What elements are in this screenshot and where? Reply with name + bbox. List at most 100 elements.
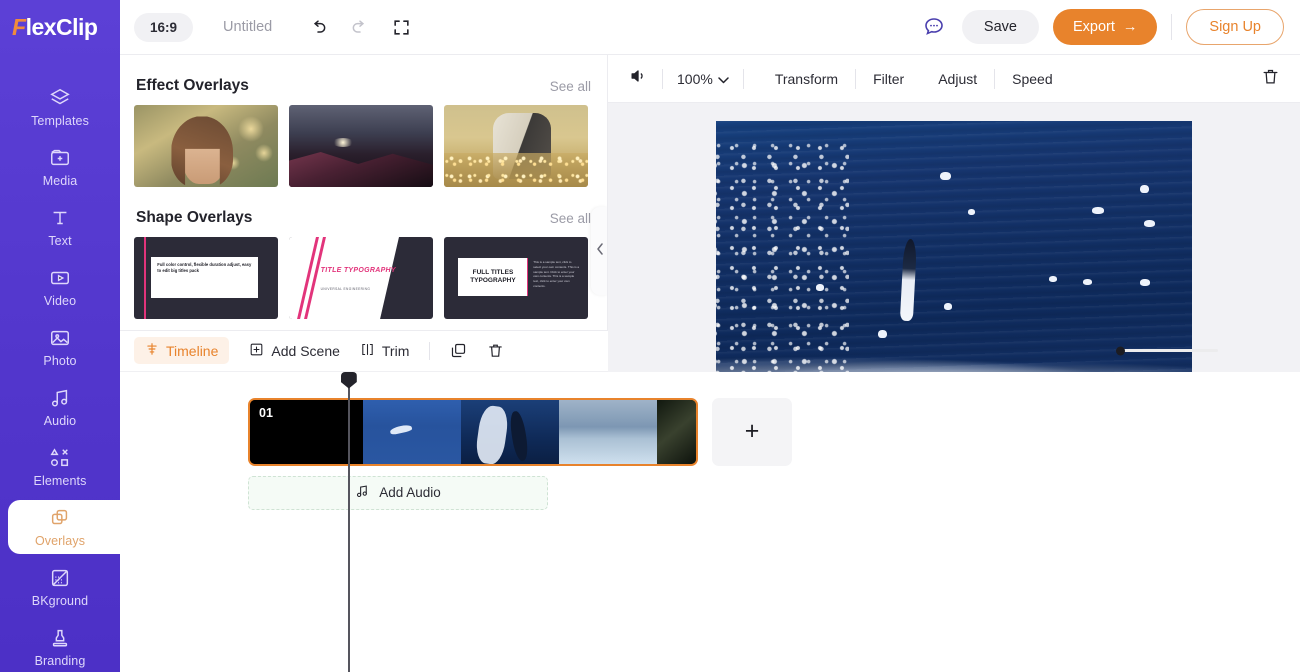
- sidebar-item-elements[interactable]: Elements: [0, 437, 120, 497]
- seabird: [1139, 279, 1150, 287]
- overlay-thumbnail[interactable]: TITLE TYPOGRAPHY UNIVERSAL ENGINEERING: [289, 237, 433, 319]
- sidebar-item-overlays[interactable]: Overlays: [0, 497, 124, 557]
- photo-icon: [49, 327, 71, 349]
- trim-brackets-icon: [360, 342, 375, 360]
- sidebar-item-audio[interactable]: Audio: [0, 377, 120, 437]
- scene-track: 01 +: [248, 397, 1300, 466]
- signup-button[interactable]: Sign Up: [1186, 9, 1284, 45]
- aspect-ratio-button[interactable]: 16:9: [134, 12, 194, 42]
- playhead-handle[interactable]: [340, 371, 357, 389]
- thumbnail-text: Full color control, flexible duration ad…: [157, 261, 252, 273]
- project-title-input[interactable]: Untitled: [223, 19, 272, 35]
- see-all-link[interactable]: See all: [550, 211, 591, 226]
- thumbnail-subtitle: UNIVERSAL ENGINEERING: [320, 287, 371, 292]
- section-header-effect-overlays: Effect Overlays See all: [134, 55, 593, 105]
- tab-filter[interactable]: Filter: [856, 71, 921, 87]
- branding-stamp-icon: [49, 627, 71, 649]
- sidebar-item-photo[interactable]: Photo: [0, 317, 120, 377]
- preview-toolbar: 100% Transform Filter Adjust Speed: [608, 55, 1300, 103]
- editor-middle: Effect Overlays See all Shape Overlays S…: [120, 55, 1300, 445]
- thumbnail-title: TITLE TYPOGRAPHY: [320, 266, 396, 274]
- add-audio-track[interactable]: Add Audio: [248, 475, 548, 510]
- clip-frame: [656, 399, 696, 464]
- sidebar-item-media[interactable]: Media: [0, 137, 120, 197]
- editor-main: 16:9 Untitled Save Export → Sign Up Effe…: [120, 0, 1300, 672]
- save-button[interactable]: Save: [961, 10, 1039, 44]
- thumbnail-body: This is a sample text, click to select y…: [533, 259, 580, 288]
- timeline-tab[interactable]: Timeline: [134, 337, 230, 364]
- overlay-thumbnail[interactable]: Full color control, flexible duration ad…: [134, 237, 278, 319]
- trash-icon[interactable]: [487, 342, 504, 359]
- sidebar-item-label: Video: [43, 293, 77, 308]
- background-icon: [49, 567, 71, 589]
- timeline-label: Timeline: [166, 342, 219, 359]
- video-icon: [49, 267, 71, 289]
- seabird: [939, 171, 951, 180]
- sidebar-item-label: Media: [42, 173, 78, 188]
- export-label: Export: [1072, 19, 1115, 35]
- sidebar-item-text[interactable]: Text: [0, 197, 120, 257]
- logo-name: lexClip: [25, 14, 98, 40]
- sidebar-item-video[interactable]: Video: [0, 257, 120, 317]
- plus-box-icon: [249, 342, 264, 360]
- duplicate-icon[interactable]: [450, 342, 467, 359]
- timeline-clip[interactable]: 01: [248, 397, 698, 466]
- plus-icon: +: [744, 417, 760, 445]
- clip-number: 01: [259, 405, 273, 420]
- fullscreen-icon[interactable]: [392, 18, 411, 37]
- title-card: Full color control, flexible duration ad…: [151, 256, 258, 298]
- add-scene-button[interactable]: Add Scene: [249, 342, 340, 360]
- left-sidebar: FlexClip Templates Media Text Video Phot…: [0, 0, 124, 672]
- trash-icon[interactable]: [1261, 67, 1280, 91]
- sidebar-item-branding[interactable]: Branding: [0, 617, 120, 672]
- section-header-shape-overlays: Shape Overlays See all: [134, 187, 593, 237]
- tab-adjust[interactable]: Adjust: [921, 71, 994, 87]
- bokeh-light: [226, 155, 241, 170]
- panel-collapse-button[interactable]: [591, 207, 607, 295]
- slider-knob[interactable]: [1115, 346, 1125, 355]
- overlay-thumbnail[interactable]: [444, 105, 588, 187]
- sidebar-item-label: BKground: [31, 593, 89, 608]
- overlay-thumbnail[interactable]: [289, 105, 433, 187]
- timeline-zoom-slider[interactable]: [1115, 346, 1218, 355]
- chevron-left-icon: [596, 242, 604, 260]
- seabird: [1139, 185, 1149, 194]
- overlay-thumbnail[interactable]: FULL TITLES TYPOGRAPHY This is a sample …: [444, 237, 588, 319]
- redo-icon[interactable]: [350, 17, 370, 37]
- zoom-level-selector[interactable]: 100%: [677, 71, 729, 87]
- mountain-ridge: [289, 152, 433, 187]
- seabird: [1092, 206, 1105, 214]
- trim-button[interactable]: Trim: [360, 342, 409, 360]
- bokeh-light: [254, 144, 273, 163]
- toolbar-divider: [742, 68, 744, 89]
- sidebar-item-templates[interactable]: Templates: [0, 77, 120, 137]
- elements-shapes-icon: [49, 447, 71, 469]
- playhead[interactable]: [340, 371, 357, 672]
- sidebar-item-label: Templates: [31, 113, 89, 128]
- see-all-link[interactable]: See all: [550, 79, 591, 94]
- glitter-field: [444, 152, 588, 187]
- accent-line: [526, 258, 529, 297]
- media-folder-icon: [49, 147, 71, 169]
- audio-note-icon: [49, 387, 71, 409]
- volume-icon[interactable]: [628, 66, 648, 91]
- sidebar-item-bkground[interactable]: BKground: [0, 557, 120, 617]
- chat-bubble-icon[interactable]: [920, 13, 948, 41]
- thumbnail-title: FULL TITLES TYPOGRAPHY: [470, 268, 516, 285]
- chevron-down-icon: [718, 71, 729, 87]
- title-card: FULL TITLES TYPOGRAPHY: [458, 258, 528, 297]
- tab-speed[interactable]: Speed: [995, 71, 1069, 87]
- toolbar-divider: [662, 68, 663, 89]
- tab-transform[interactable]: Transform: [758, 71, 855, 87]
- bokeh-light: [237, 116, 264, 143]
- add-scene-tile[interactable]: +: [712, 397, 792, 466]
- layers-icon: [49, 87, 71, 109]
- topbar-actions: Save Export → Sign Up: [920, 9, 1284, 45]
- clip-frame: [460, 399, 559, 464]
- app-logo[interactable]: FlexClip: [0, 0, 120, 55]
- overlay-thumbnail[interactable]: [134, 105, 278, 187]
- section-title: Effect Overlays: [136, 77, 249, 94]
- undo-icon[interactable]: [308, 17, 328, 37]
- shape-overlays-row: Full color control, flexible duration ad…: [134, 237, 593, 319]
- export-button[interactable]: Export →: [1052, 9, 1158, 45]
